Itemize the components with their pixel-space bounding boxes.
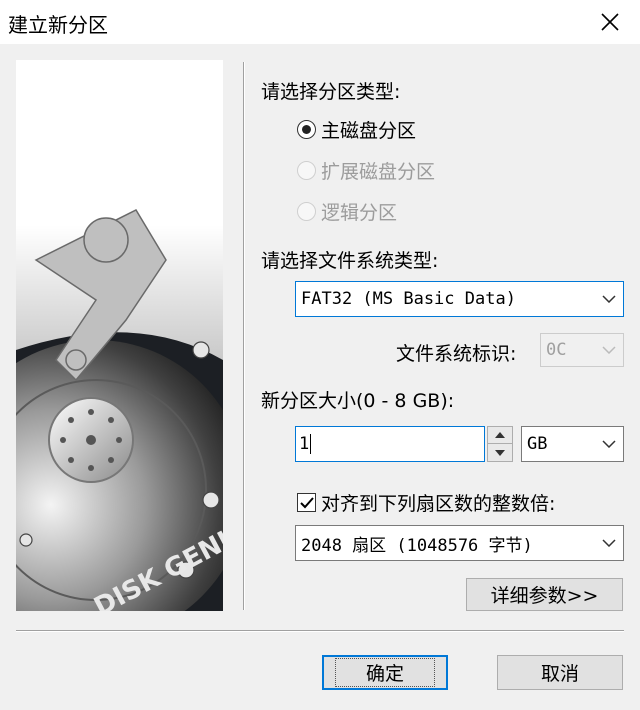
filesystem-select-value: FAT32 (MS Basic Data) — [301, 289, 516, 309]
vertical-divider — [243, 62, 245, 610]
align-checkbox-label: 对齐到下列扇区数的整数倍: — [321, 493, 556, 515]
radio-extended-button — [297, 161, 316, 180]
radio-primary-label: 主磁盘分区 — [321, 120, 417, 142]
checkmark-icon — [299, 496, 314, 508]
filesystem-type-label: 请选择文件系统类型: — [261, 250, 439, 272]
filesystem-id-value: 0C — [546, 340, 567, 360]
chevron-down-icon — [595, 334, 623, 366]
cancel-button-label: 取消 — [540, 663, 579, 685]
align-checkbox-row[interactable]: 对齐到下列扇区数的整数倍: — [297, 489, 555, 516]
title-bar: 建立新分区 — [0, 0, 640, 44]
align-sectors-select[interactable]: 2048 扇区 (1048576 字节) — [295, 525, 624, 561]
radio-logical-button — [297, 202, 316, 221]
text-caret — [310, 434, 312, 454]
details-button[interactable]: 详细参数>> — [466, 578, 623, 611]
partition-type-label: 请选择分区类型: — [261, 81, 401, 103]
size-spinner[interactable] — [487, 426, 513, 462]
radio-extended: 扩展磁盘分区 — [297, 157, 435, 184]
radio-extended-label: 扩展磁盘分区 — [321, 161, 436, 183]
cancel-button[interactable]: 取消 — [497, 655, 623, 690]
spin-up-icon[interactable] — [488, 427, 512, 444]
horizontal-divider — [16, 630, 624, 632]
spin-down-icon[interactable] — [488, 444, 512, 461]
partition-size-value: 1 — [299, 434, 310, 454]
chevron-down-icon — [595, 282, 623, 316]
ok-button-label: 确定 — [334, 658, 435, 687]
align-sectors-value: 2048 扇区 (1048576 字节) — [301, 535, 533, 556]
filesystem-id-select: 0C — [540, 333, 624, 367]
chevron-down-icon — [595, 427, 623, 461]
size-unit-select[interactable]: GB — [521, 426, 624, 462]
radio-logical: 逻辑分区 — [297, 198, 397, 225]
radio-logical-label: 逻辑分区 — [321, 202, 398, 224]
details-button-label: 详细参数>> — [490, 585, 599, 607]
disk-genius-image: DISK GENIUS — [16, 60, 223, 611]
filesystem-id-label: 文件系统标识: — [396, 343, 517, 365]
size-unit-value: GB — [527, 434, 548, 454]
close-button[interactable] — [580, 0, 640, 44]
partition-size-input[interactable]: 1 — [295, 426, 485, 462]
window-title: 建立新分区 — [8, 13, 108, 37]
radio-primary[interactable]: 主磁盘分区 — [297, 116, 416, 143]
radio-primary-button[interactable] — [297, 120, 316, 139]
filesystem-select[interactable]: FAT32 (MS Basic Data) — [295, 281, 624, 317]
close-icon — [601, 13, 619, 31]
align-checkbox[interactable] — [297, 493, 316, 512]
chevron-down-icon — [595, 526, 623, 560]
partition-size-label: 新分区大小(0 - 8 GB): — [261, 390, 455, 412]
ok-button[interactable]: 确定 — [322, 655, 448, 690]
